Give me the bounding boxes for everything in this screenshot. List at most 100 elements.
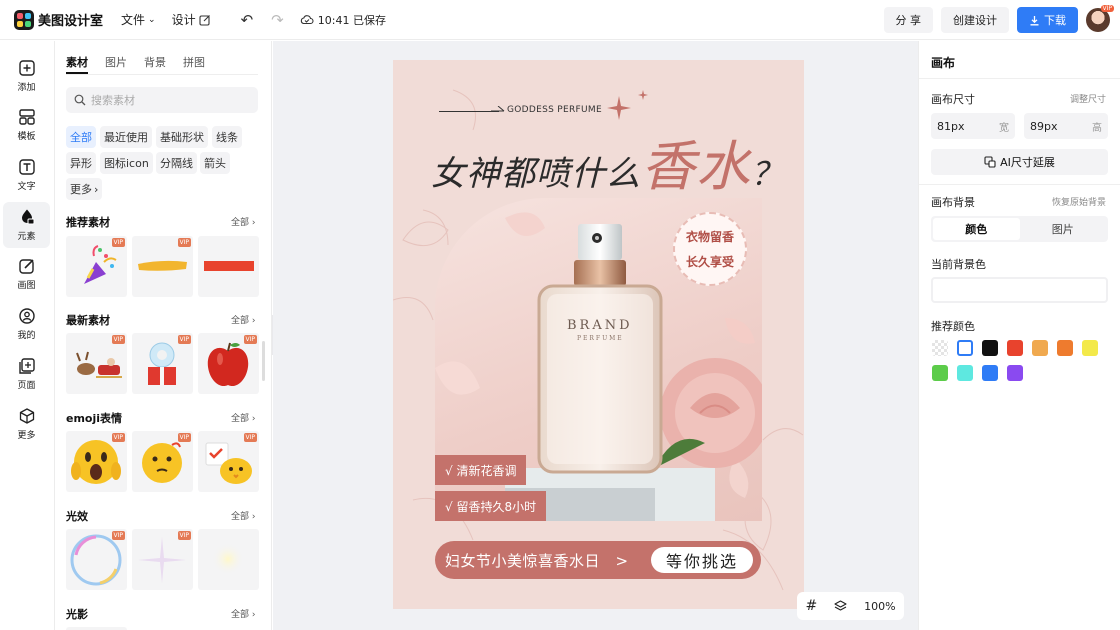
section-all-link[interactable]: 全部 ›	[231, 215, 255, 228]
tab-background[interactable]: 背景	[144, 54, 166, 76]
swatch-black[interactable]	[982, 340, 998, 356]
glow-light-icon	[212, 543, 244, 575]
left-tool-rail: 添加 模板 文字 元素 画图 我的 页面 更多	[0, 41, 55, 630]
swatch-blue[interactable]	[982, 365, 998, 381]
design-menu[interactable]: 设计	[172, 11, 211, 28]
chip-icons[interactable]: 图标icon	[100, 152, 153, 174]
material-red-brush[interactable]	[198, 236, 259, 297]
rail-more[interactable]: 更多	[3, 401, 50, 447]
material-glow-light[interactable]	[198, 529, 259, 590]
tab-images[interactable]: 图片	[105, 54, 127, 76]
chip-more-label: 更多	[70, 183, 92, 196]
swatch-white[interactable]	[957, 340, 973, 356]
current-bg-color-field[interactable]	[931, 277, 1108, 303]
redo-icon[interactable]: ↷	[271, 11, 284, 29]
material-snow-globe[interactable]: VIP	[132, 333, 193, 394]
poster-canvas[interactable]: GODDESS PERFUME 女神都喷什么香水？ BRAND PERFUME …	[393, 60, 804, 609]
chip-arrows[interactable]: 箭头	[200, 152, 230, 174]
section-all-link[interactable]: 全部 ›	[231, 509, 255, 522]
rail-text[interactable]: 文字	[3, 152, 50, 198]
search-box[interactable]	[66, 87, 258, 113]
rail-label: 元素	[17, 232, 36, 242]
section-all-link[interactable]: 全部 ›	[231, 607, 255, 620]
chip-basic-shapes[interactable]: 基础形状	[156, 126, 208, 148]
width-field[interactable]: 81px 宽	[931, 113, 1015, 139]
cloud-icon	[300, 15, 314, 25]
section-all-link[interactable]: 全部 ›	[231, 313, 255, 326]
chip-recent[interactable]: 最近使用	[100, 126, 152, 148]
swatch-green[interactable]	[932, 365, 948, 381]
share-button[interactable]: 分 享	[883, 7, 933, 33]
restore-bg-link[interactable]: 恢复原始背景	[1052, 195, 1106, 208]
tab-collage[interactable]: 拼图	[183, 54, 205, 76]
ai-size-extend-label: AI尺寸延展	[1000, 156, 1055, 169]
swatch-red[interactable]	[1007, 340, 1023, 356]
section-title-light: 光效	[66, 510, 88, 523]
layers-icon[interactable]	[834, 599, 847, 613]
vip-badge: VIP	[177, 531, 191, 540]
section-title-recommended: 推荐素材	[66, 216, 110, 229]
swatch-cyan[interactable]	[957, 365, 973, 381]
swatch-yellow[interactable]	[1082, 340, 1098, 356]
app-logo[interactable]: 美图设计室	[14, 9, 103, 30]
swatch-transparent[interactable]	[932, 340, 948, 356]
rail-page[interactable]: 页面	[3, 351, 50, 397]
download-label: 下载	[1044, 14, 1066, 27]
chip-all[interactable]: 全部	[66, 126, 96, 148]
chip-dividers[interactable]: 分隔线	[156, 152, 197, 174]
badge-line2: 长久享受	[685, 255, 734, 269]
chip-lines[interactable]: 线条	[212, 126, 242, 148]
rail-elements[interactable]: 元素	[3, 202, 50, 248]
section-all-link[interactable]: 全部 ›	[231, 411, 255, 424]
adjust-size-link[interactable]: 调整尺寸	[1070, 92, 1106, 105]
vip-badge: VIP	[111, 531, 125, 540]
material-bubble-light[interactable]: VIP	[66, 529, 127, 590]
panel-scrollbar[interactable]	[262, 341, 265, 381]
height-field[interactable]: 89px 高	[1024, 113, 1108, 139]
recommended-colors-label: 推荐颜色	[931, 320, 975, 333]
material-reindeer-sleigh[interactable]: VIP	[66, 333, 127, 394]
bottle-brand: BRAND	[567, 318, 633, 333]
zoom-level[interactable]: 100%	[864, 600, 895, 613]
rail-add[interactable]: 添加	[3, 53, 50, 99]
material-red-apple[interactable]: VIP	[198, 333, 259, 394]
material-yellow-brush[interactable]: VIP	[132, 236, 193, 297]
search-input[interactable]	[91, 93, 241, 107]
canvas-area[interactable]: GODDESS PERFUME 女神都喷什么香水？ BRAND PERFUME …	[273, 41, 918, 630]
cube-icon	[19, 408, 34, 424]
badge-line1: 衣物留香	[685, 230, 734, 244]
red-brush-stroke-icon	[204, 261, 254, 271]
chip-irregular[interactable]: 异形	[66, 152, 96, 174]
properties-panel: 画布 画布尺寸 调整尺寸 81px 宽 89px 高 AI尺寸延展 画布背景 恢…	[918, 41, 1120, 630]
rail-mine[interactable]: 我的	[3, 301, 50, 347]
height-unit: 高	[1092, 122, 1102, 134]
swatch-light-orange[interactable]	[1032, 340, 1048, 356]
material-screaming-emoji[interactable]: VIP	[66, 431, 127, 492]
rail-draw[interactable]: 画图	[3, 251, 50, 297]
swatch-orange[interactable]	[1057, 340, 1073, 356]
ai-size-extend-button[interactable]: AI尺寸延展	[931, 149, 1108, 175]
download-button[interactable]: 下载	[1017, 7, 1078, 33]
file-menu-label: 文件	[121, 13, 146, 27]
file-menu[interactable]: 文件 ⌄	[121, 11, 156, 28]
section-all-label: 全部	[231, 414, 250, 424]
section-all-label: 全部	[231, 610, 250, 620]
material-thinking-emoji[interactable]: VIP	[132, 431, 193, 492]
create-design-button[interactable]: 创建设计	[941, 7, 1009, 33]
material-party-popper[interactable]: VIP	[66, 236, 127, 297]
undo-icon[interactable]: ↶	[241, 11, 254, 29]
current-bg-label: 当前背景色	[931, 258, 986, 271]
add-page-icon	[18, 358, 35, 374]
avatar[interactable]: VIP	[1086, 5, 1114, 32]
swatch-purple[interactable]	[1007, 365, 1023, 381]
material-star-sparkle[interactable]: VIP	[132, 529, 193, 590]
vip-badge: VIP	[243, 335, 257, 344]
chevron-down-icon: ⌄	[148, 14, 156, 25]
chip-more[interactable]: 更多 ›	[66, 178, 103, 200]
bg-type-color[interactable]: 颜色	[933, 218, 1020, 240]
bg-type-image[interactable]: 图片	[1020, 218, 1107, 240]
grid-icon[interactable]: #	[805, 598, 817, 614]
material-chick-emoji[interactable]: VIP	[198, 431, 259, 492]
user-icon	[18, 308, 35, 324]
rail-template[interactable]: 模板	[3, 102, 50, 148]
